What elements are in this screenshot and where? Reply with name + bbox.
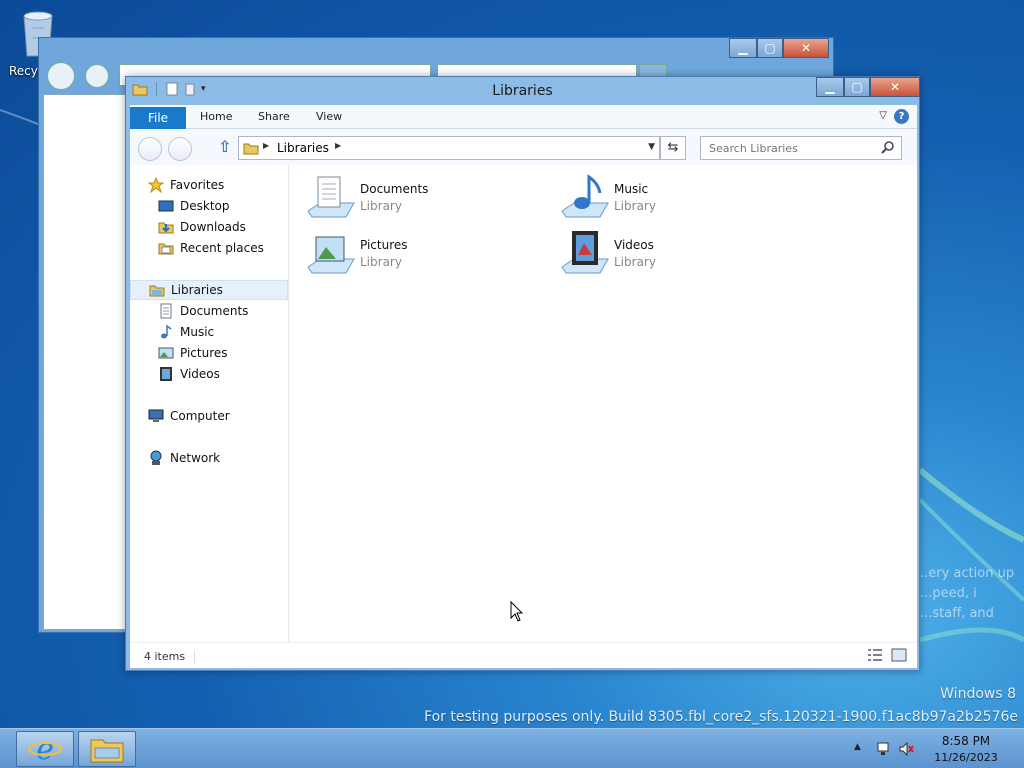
close-button[interactable]: ✕ [870,77,920,97]
background-text-2: ...peed, i [920,586,977,601]
background-text-3: ...staff, and [920,606,994,621]
browser-back-button[interactable] [47,62,75,90]
nav-computer[interactable]: Computer [130,406,288,426]
pictures-library-icon [307,236,355,274]
address-dropdown-icon[interactable]: ▼ [648,142,655,152]
window-title: Libraries [492,83,553,99]
large-icons-view-icon[interactable] [891,648,907,662]
browser-minimize-button[interactable]: ▁ [729,38,757,58]
nav-videos[interactable]: Videos [130,364,288,384]
background-text-1: ..ery action up [920,566,1015,581]
music-icon [158,324,174,340]
taskbar-internet-explorer[interactable]: e [16,731,74,767]
libraries-icon [149,282,165,298]
pictures-icon [158,345,174,361]
system-tray: ▲ 8:58 PM 11/26/2023 [854,729,1024,768]
desktop-icon [158,198,174,214]
browser-close-button[interactable]: ✕ [783,38,829,58]
content-area: Favorites Desktop Downloads Recent place… [130,165,917,642]
tab-file[interactable]: File [130,107,186,129]
clock-time[interactable]: 8:58 PM [936,734,996,748]
computer-icon [148,408,164,424]
library-music-name: Music [614,182,649,196]
breadcrumb-libraries[interactable]: Libraries [277,141,329,155]
documents-library-icon [307,176,355,218]
navigation-pane: Favorites Desktop Downloads Recent place… [130,165,289,642]
taskbar: e ▲ 8:58 PM 11/26/2023 [0,728,1024,768]
tab-home[interactable]: Home [200,110,232,123]
taskbar-file-explorer[interactable] [78,731,136,767]
status-bar: 4 items [130,642,917,668]
address-bar[interactable]: ▶ Libraries ▶ ▼ [238,136,660,160]
up-arrow-icon[interactable]: ⇧ [218,137,231,156]
library-music[interactable]: Music Library [560,173,790,223]
forward-button[interactable] [168,137,192,161]
maximize-button[interactable]: ▢ [844,77,870,97]
search-box[interactable] [700,136,902,160]
file-explorer-icon [90,739,124,763]
browser-maximize-button[interactable]: ▢ [757,38,783,58]
music-library-icon [561,174,609,218]
volume-muted-icon[interactable] [898,741,914,757]
network-tray-icon[interactable] [876,741,892,757]
videos-library-icon [561,231,609,274]
nav-desktop[interactable]: Desktop [130,196,288,216]
svg-text:e: e [36,733,54,765]
recent-places-icon [158,240,174,256]
library-pictures-type: Library [360,255,402,269]
library-folder-icon [243,143,259,155]
nav-network[interactable]: Network [130,448,288,468]
nav-pictures[interactable]: Pictures [130,343,288,363]
show-hidden-icons-icon[interactable]: ▲ [854,742,861,752]
library-videos-name: Videos [614,238,654,252]
library-documents[interactable]: Documents Library [306,173,536,223]
tab-share[interactable]: Share [258,110,290,123]
details-view-icon[interactable] [867,648,883,662]
item-count: 4 items [144,650,186,663]
back-button[interactable] [138,137,162,161]
nav-documents[interactable]: Documents [130,301,288,321]
explorer-window[interactable]: ▾ Libraries ▁ ▢ ✕ File Home Share View ▽… [125,76,920,671]
search-icon[interactable] [881,141,895,155]
nav-libraries[interactable]: Libraries [130,280,288,300]
library-pictures[interactable]: Pictures Library [306,229,536,279]
library-pictures-name: Pictures [360,238,408,252]
videos-icon [158,366,174,382]
downloads-icon [158,219,174,235]
refresh-button[interactable]: ⇆ [660,136,686,160]
mouse-cursor-icon [510,601,524,622]
library-documents-name: Documents [360,182,429,196]
library-music-type: Library [614,199,656,213]
document-icon [158,303,174,319]
navigation-bar: ⇧ ▶ Libraries ▶ ▼ ⇆ [130,129,917,165]
breadcrumb-arrow-icon[interactable]: ▶ [263,141,269,150]
clock-date[interactable]: 11/26/2023 [934,751,998,764]
ribbon: File Home Share View ▽ ? [130,105,917,129]
breadcrumb-arrow-icon[interactable]: ▶ [335,141,341,150]
library-videos[interactable]: Videos Library [560,229,790,279]
library-documents-type: Library [360,199,402,213]
star-icon [147,176,165,194]
expand-ribbon-icon[interactable]: ▽ [879,110,887,121]
browser-content [43,94,127,630]
search-input[interactable] [701,137,879,159]
nav-downloads[interactable]: Downloads [130,217,288,237]
watermark-build: For testing purposes only. Build 8305.fb… [424,709,1018,725]
nav-recent-places[interactable]: Recent places [130,238,288,258]
watermark-os: Windows 8 [940,686,1016,702]
network-icon [148,450,164,466]
minimize-button[interactable]: ▁ [816,77,844,97]
browser-forward-button[interactable] [85,64,109,88]
nav-music[interactable]: Music [130,322,288,342]
tab-view[interactable]: View [316,110,342,123]
library-videos-type: Library [614,255,656,269]
internet-explorer-icon: e [28,733,62,765]
nav-favorites[interactable]: Favorites [130,175,288,195]
help-icon[interactable]: ? [894,109,909,124]
